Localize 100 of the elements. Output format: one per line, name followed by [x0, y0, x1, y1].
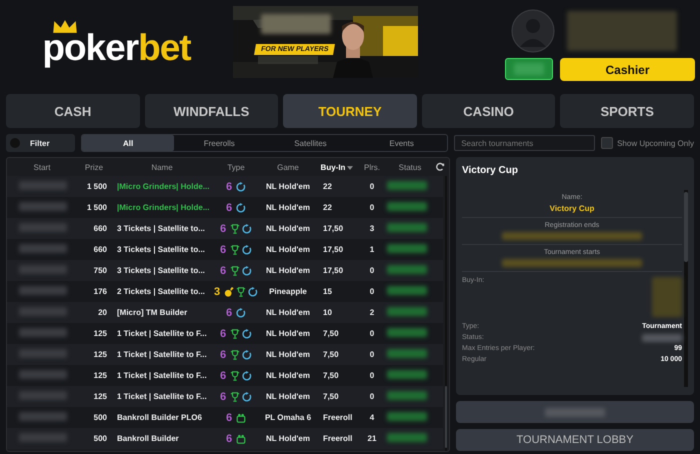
table-cell-text: NL Hold'em [265, 245, 311, 254]
redacted-text [19, 223, 67, 232]
status-indicator [387, 349, 427, 358]
table-cell-text: 7,50 [322, 371, 340, 380]
status-indicator [387, 244, 427, 253]
status-indicator [387, 202, 427, 211]
filter-tab[interactable]: Events [356, 135, 448, 151]
table-cell-text: NL Hold'em [265, 308, 311, 317]
nav-tab[interactable]: SPORTS [560, 94, 694, 128]
column-header[interactable]: Type [213, 162, 259, 172]
reentry-icon [242, 224, 252, 234]
filter-tab[interactable]: Freerolls [174, 135, 265, 151]
balance-button[interactable] [505, 58, 553, 80]
table-cell-text: 21 [366, 434, 378, 443]
reentry-icon [242, 370, 252, 380]
status-indicator [387, 307, 427, 316]
refresh-icon[interactable] [435, 162, 445, 172]
register-button[interactable] [456, 401, 694, 423]
redacted-text [19, 265, 67, 274]
status-indicator [387, 433, 427, 442]
table-cell-text: 0 [368, 350, 376, 359]
table-cell-text: 1 [368, 245, 376, 254]
table-cell-text: 750 [92, 266, 108, 275]
table-cell-text: 3 Tickets | Satellite to... [116, 224, 206, 233]
table-cell: 6 [220, 244, 226, 256]
filter-toggle[interactable]: Filter [6, 134, 76, 152]
status-indicator [387, 391, 427, 400]
pineapple-icon [224, 286, 234, 296]
column-header[interactable]: Buy-In [317, 162, 357, 172]
table-cell-text: 0 [368, 329, 376, 338]
table-cell-text: 3 Tickets | Satellite to... [116, 266, 206, 275]
nav-tab[interactable]: CASH [6, 94, 140, 128]
redacted-text [19, 286, 67, 295]
table-cell-text: NL Hold'em [265, 224, 311, 233]
reentry-icon [236, 308, 246, 318]
table-cell-text: 500 [92, 434, 108, 443]
search-field[interactable]: Search tournaments [454, 135, 596, 151]
table-cell-text: NL Hold'em [265, 371, 311, 380]
table-cell: 6 [226, 412, 232, 424]
logo: pokerbet [42, 27, 191, 69]
table-cell-text: 22 [322, 203, 333, 212]
table-cell-text: 125 [92, 392, 108, 401]
table-cell-text: 2 Tickets | Satellite to... [116, 287, 206, 296]
table-cell: 6 [220, 222, 226, 234]
table-cell-text: 0 [368, 182, 376, 191]
table-cell-text: Freeroll [322, 434, 354, 443]
redacted-text [19, 349, 67, 358]
checkbox[interactable] [601, 137, 614, 149]
bag-icon [236, 434, 246, 444]
table-cell-text: 500 [92, 413, 108, 422]
table-cell-text: 20 [97, 308, 108, 317]
table-cell-text: Pineapple [268, 287, 308, 296]
table-cell: 3 [214, 286, 220, 298]
table-cell-text: 1 500 [86, 203, 108, 212]
table-cell-text: 4 [368, 413, 376, 422]
redacted-text [642, 334, 682, 342]
scrollbar-thumb[interactable] [445, 386, 447, 448]
nav-tab[interactable]: WINDFALLS [144, 94, 278, 128]
filter-tab[interactable]: Satellites [264, 135, 356, 151]
table-cell-text: NL Hold'em [265, 203, 311, 212]
trophy-icon [230, 266, 240, 276]
trophy-icon [230, 244, 240, 254]
lobby-button[interactable]: TOURNAMENT LOBBY [456, 429, 694, 451]
column-header[interactable]: Name [111, 162, 213, 172]
table-cell-text: 1 500 [86, 182, 108, 191]
table-cell-text: 17,50 [322, 245, 344, 254]
table-cell: 6 [226, 180, 232, 192]
reentry-icon [242, 350, 252, 360]
redacted-text [652, 277, 682, 317]
column-header[interactable]: Plrs. [357, 162, 387, 172]
cashier-button[interactable]: Cashier [560, 58, 695, 81]
status-indicator [387, 181, 427, 190]
column-header[interactable]: Prize [77, 162, 111, 172]
filter-tab[interactable]: All [82, 135, 174, 151]
reentry-icon [242, 328, 252, 338]
table-cell-text: NL Hold'em [265, 392, 311, 401]
table-cell-text: NL Hold'em [265, 434, 311, 443]
table-cell-text: NL Hold'em [265, 266, 311, 275]
column-header[interactable]: Game [259, 162, 317, 172]
redacted-text [19, 244, 67, 253]
crown-icon [52, 19, 78, 34]
avatar-icon [511, 9, 555, 53]
table-cell-text: 1 Ticket | Satellite to F... [116, 392, 208, 401]
table-cell: 6 [226, 306, 232, 318]
table-cell-text: 0 [368, 266, 376, 275]
table-cell-text: 660 [92, 224, 108, 233]
table-cell-text: 7,50 [322, 350, 340, 359]
trophy-icon [236, 286, 246, 296]
trophy-icon [230, 328, 240, 338]
nav-tab[interactable]: CASINO [422, 94, 556, 128]
redacted-text [19, 433, 67, 442]
trophy-icon [230, 350, 240, 360]
table-cell-text: 125 [92, 350, 108, 359]
redacted-text [19, 391, 67, 400]
column-header[interactable]: Start [7, 162, 77, 172]
nav-tab[interactable]: TOURNEY [283, 94, 417, 128]
trophy-icon [230, 392, 240, 402]
column-header[interactable]: Status [387, 162, 433, 172]
table-cell-text: 10 [322, 308, 333, 317]
reentry-icon [242, 266, 252, 276]
